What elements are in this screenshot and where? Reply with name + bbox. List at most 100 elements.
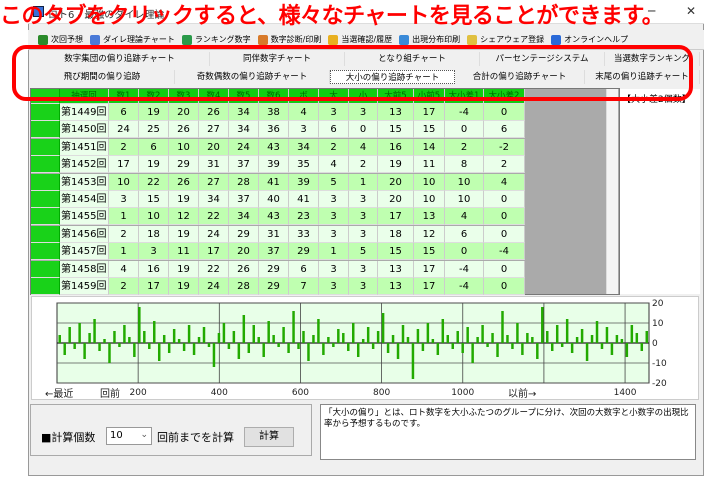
toolbar-button[interactable]: ダイレ理論チャート <box>90 34 175 45</box>
row-marker[interactable] <box>31 191 60 208</box>
calc-group: ■計算個数 10 ⌄ 回前までを計算 計算 <box>30 404 312 456</box>
chart-bar <box>282 327 285 343</box>
table-cell: 19 <box>169 191 199 208</box>
chart-bar <box>153 321 156 343</box>
draw-number-cell: 第1449回 <box>60 104 109 121</box>
chart-bar <box>277 343 280 347</box>
chart-bar <box>635 333 639 343</box>
table-cell: 10 <box>414 173 445 191</box>
chart-bar <box>202 327 206 343</box>
table-cell: 15 <box>414 121 445 139</box>
older-label[interactable]: 以前→ <box>508 387 536 400</box>
calc-count-select[interactable]: 10 ⌄ <box>106 427 152 445</box>
description-textbox[interactable]: 「大小の偏り」とは、ロト数字を大小ふたつのグループに分け、次回の大数字と小数字の… <box>320 404 696 460</box>
toolbar-icon <box>181 34 192 45</box>
row-marker[interactable] <box>31 260 60 278</box>
chart-bar <box>292 311 295 343</box>
row-marker[interactable] <box>31 104 60 121</box>
chart-bar <box>625 343 629 357</box>
chart-bar <box>162 335 166 343</box>
chart-bar <box>342 333 345 343</box>
chart-bar <box>386 343 390 353</box>
y-tick-label: 10 <box>652 319 664 329</box>
chart-bar <box>356 343 360 357</box>
chart-bar <box>376 331 380 343</box>
table-cell: 17 <box>414 278 445 295</box>
chart-bar <box>242 315 246 343</box>
table-cell: 3 <box>349 208 378 226</box>
chart-bar <box>411 343 415 379</box>
chart-bar <box>327 337 330 343</box>
chart-bar <box>83 343 86 359</box>
chart-bar <box>406 337 410 343</box>
row-marker[interactable] <box>31 121 60 139</box>
chart-bar <box>371 343 375 349</box>
calc-button[interactable]: 計算 <box>244 427 294 447</box>
recent-label[interactable]: ←最近 <box>45 387 73 400</box>
draw-number-cell: 第1456回 <box>60 225 109 243</box>
toolbar-icon <box>328 34 339 45</box>
x-tick-label: 1000 <box>451 388 474 398</box>
table-cell: 34 <box>229 121 259 139</box>
toolbar-button[interactable]: ランキング数字 <box>181 34 251 45</box>
chart-bar <box>421 343 425 351</box>
table-cell: 18 <box>378 225 414 243</box>
row-marker[interactable] <box>31 156 60 174</box>
table-cell: 16 <box>139 260 169 278</box>
toolbar-button[interactable]: 数字診断/印刷 <box>257 34 321 45</box>
row-marker[interactable] <box>31 278 60 295</box>
row-marker[interactable] <box>31 173 60 191</box>
toolbar-button[interactable]: 出現分布印刷 <box>399 34 460 45</box>
chart-bar <box>222 323 226 343</box>
table-cell: 12 <box>169 208 199 226</box>
table-cell: 4 <box>109 260 139 278</box>
chart-bar <box>182 343 186 351</box>
chart-bar <box>630 325 634 343</box>
grid-scrollbar[interactable] <box>606 89 618 294</box>
table-cell: 19 <box>169 260 199 278</box>
table-cell: 29 <box>229 225 259 243</box>
row-marker[interactable] <box>31 243 60 261</box>
table-cell: 10 <box>169 138 199 156</box>
toolbar-button[interactable]: オンラインヘルプ <box>551 34 628 45</box>
table-cell: 6 <box>319 121 349 139</box>
chart-bar <box>401 325 405 343</box>
row-marker[interactable] <box>31 138 60 156</box>
toolbar-button[interactable]: シェアウェア登録 <box>467 34 544 45</box>
toolbar-label: ダイレ理論チャート <box>103 35 175 44</box>
table-cell: 28 <box>229 173 259 191</box>
toolbar-icon <box>467 34 478 45</box>
chart-bar <box>157 343 161 361</box>
table-cell: 15 <box>378 121 414 139</box>
chart-bar <box>531 337 534 343</box>
table-cell: 3 <box>349 225 378 243</box>
chart-bar <box>600 343 604 349</box>
table-cell: 27 <box>199 121 229 139</box>
calc-count-label: ■計算個数 <box>41 431 96 444</box>
table-cell: 31 <box>259 225 289 243</box>
table-cell: 36 <box>259 121 289 139</box>
draw-number-cell: 第1459回 <box>60 278 109 295</box>
table-cell: 15 <box>378 243 414 261</box>
row-marker[interactable] <box>31 225 60 243</box>
table-cell: 28 <box>229 278 259 295</box>
draw-number-cell: 第1454回 <box>60 191 109 208</box>
chart-bar <box>486 343 489 347</box>
row-marker[interactable] <box>31 208 60 226</box>
chart-bar <box>570 343 574 353</box>
table-cell: 19 <box>139 156 169 174</box>
toolbar-button[interactable]: 次回予想 <box>38 34 83 45</box>
chart-bar <box>68 327 71 343</box>
chart-bar <box>645 331 649 343</box>
toolbar-button[interactable]: 当選確認/履歴 <box>328 34 392 45</box>
right-panel <box>620 89 700 294</box>
table-cell: 3 <box>319 260 349 278</box>
chart-bar <box>446 335 450 343</box>
chart-bar <box>546 331 549 343</box>
chart-bar <box>456 331 459 343</box>
chart-bar <box>426 323 430 343</box>
chart-bar <box>257 337 260 343</box>
chart-bar <box>78 323 81 343</box>
table-cell: 5 <box>349 243 378 261</box>
table-cell: 10 <box>414 191 445 208</box>
